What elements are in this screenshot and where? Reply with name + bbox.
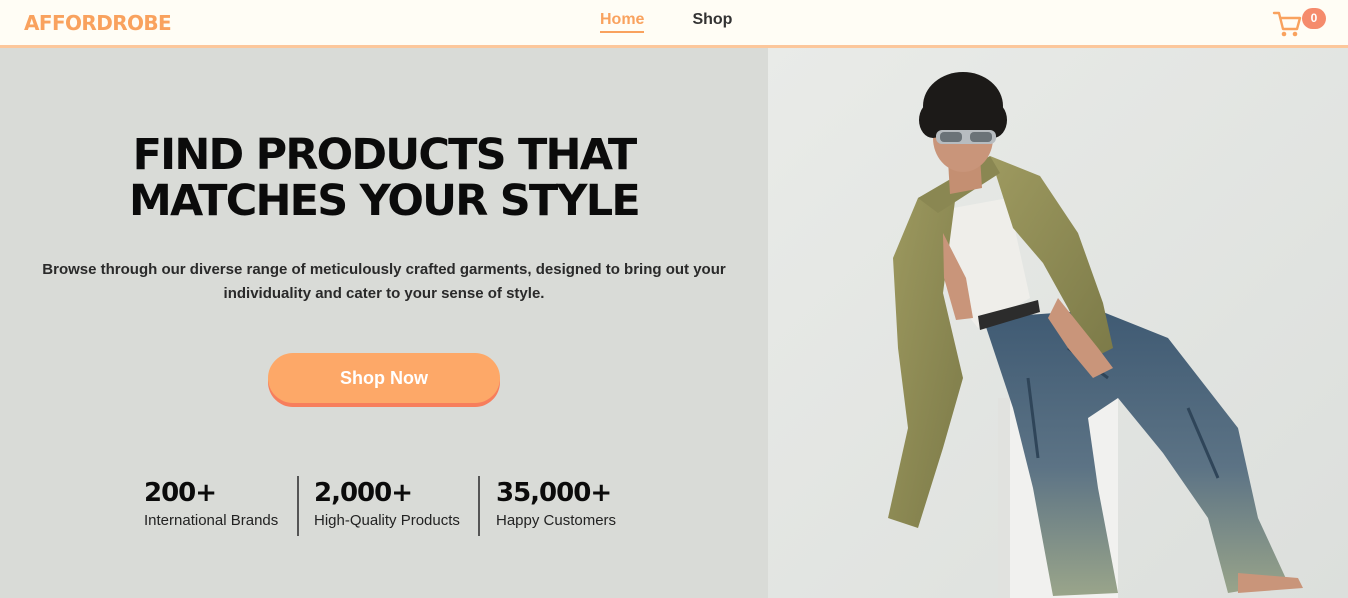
brand-logo[interactable]: AFFORDROBE	[24, 11, 172, 35]
hero-title-line-2: MATCHES YOUR STYLE	[129, 176, 641, 226]
nav-link-home[interactable]: Home	[600, 11, 645, 33]
stats-row: 200+ International Brands 2,000+ High-Qu…	[0, 476, 768, 536]
hero-title-line-1: FIND PRODUCTS THAT	[132, 130, 638, 180]
shop-now-button[interactable]: Shop Now	[268, 353, 500, 403]
hero-subtitle-line-1: Browse through our diverse range of meti…	[42, 261, 726, 278]
stat-brands: 200+ International Brands	[144, 476, 278, 532]
stat-label: High-Quality Products	[314, 512, 460, 529]
stat-value: 35,000+	[496, 478, 612, 508]
stat-label: Happy Customers	[496, 512, 617, 529]
cart-icon	[1272, 11, 1302, 37]
model-photo	[768, 48, 1348, 598]
hero-subtitle: Browse through our diverse range of meti…	[40, 258, 728, 306]
stat-label: International Brands	[144, 512, 279, 529]
hero-title: FIND PRODUCTS THAT MATCHES YOUR STYLE	[100, 132, 668, 224]
stat-value: 200+	[144, 478, 217, 508]
cart-count-badge: 0	[1302, 8, 1326, 29]
hero-subtitle-line-2: individuality and cater to your sense of…	[223, 285, 545, 302]
stat-products: 2,000+ High-Quality Products	[314, 476, 460, 532]
hero-section: FIND PRODUCTS THAT MATCHES YOUR STYLE Br…	[0, 48, 768, 598]
stat-value: 2,000+	[314, 478, 413, 508]
stat-customers: 35,000+ Happy Customers	[496, 476, 616, 532]
nav-links: Home Shop	[600, 11, 732, 33]
cart-button[interactable]: 0	[1272, 8, 1332, 40]
nav-link-shop[interactable]: Shop	[692, 11, 732, 33]
navbar: AFFORDROBE Home Shop 0	[0, 0, 1348, 48]
stat-divider	[478, 476, 480, 536]
stat-divider	[297, 476, 299, 536]
hero-image-panel	[768, 48, 1348, 598]
